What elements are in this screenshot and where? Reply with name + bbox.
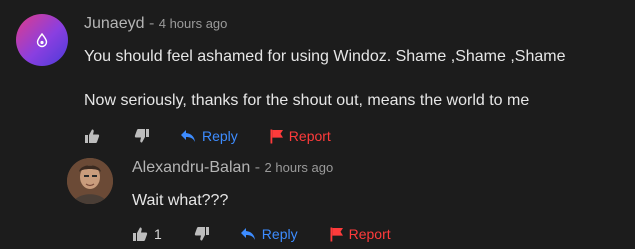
comment-time: 4 hours ago: [158, 16, 228, 31]
comment-actions: 1 Reply Report: [132, 224, 419, 244]
report-button[interactable]: Report: [270, 128, 331, 144]
reply-button[interactable]: Reply: [240, 226, 298, 242]
dislike-button[interactable]: [134, 128, 150, 144]
user-photo: [67, 158, 113, 204]
meta-separator: -: [254, 159, 261, 176]
comment-meta: Junaeyd - 4 hours ago: [84, 14, 565, 34]
comment-text: You should feel ashamed for using Windoz…: [84, 48, 566, 65]
like-button[interactable]: 1: [132, 226, 162, 242]
comment-text: Now seriously, thanks for the shout out,…: [84, 92, 530, 109]
thumbs-up-icon: [85, 129, 100, 143]
comment-time: 2 hours ago: [264, 160, 334, 175]
comment-text: Wait what???: [132, 192, 229, 209]
comment-body: Junaeyd - 4 hours ago You should feel as…: [84, 14, 565, 146]
like-button[interactable]: [84, 128, 100, 144]
reply-arrow-icon: [181, 130, 195, 142]
avatar[interactable]: [67, 158, 113, 204]
dislike-button[interactable]: [194, 226, 210, 242]
reply-label: Reply: [202, 128, 238, 144]
reply-label: Reply: [261, 226, 298, 242]
comment-author[interactable]: Alexandru-Balan: [132, 159, 250, 176]
water-drop-icon: [36, 32, 48, 48]
report-label: Report: [288, 128, 331, 144]
thumbs-down-icon: [134, 129, 149, 143]
avatar[interactable]: [16, 14, 68, 66]
reply-button[interactable]: Reply: [180, 128, 238, 144]
thumbs-down-icon: [194, 227, 209, 241]
thumbs-up-icon: [133, 227, 148, 241]
report-label: Report: [348, 226, 391, 242]
like-count: 1: [154, 226, 162, 242]
comment-actions: Reply Report: [84, 126, 565, 146]
comment-author[interactable]: Junaeyd: [84, 15, 145, 32]
flag-icon: [270, 129, 283, 143]
report-button[interactable]: Report: [330, 226, 391, 242]
meta-separator: -: [148, 15, 155, 32]
comment-meta: Alexandru-Balan - 2 hours ago: [132, 158, 419, 178]
flag-icon: [330, 227, 343, 241]
reply-arrow-icon: [240, 228, 255, 240]
comment-body: Alexandru-Balan - 2 hours ago Wait what?…: [132, 158, 419, 244]
